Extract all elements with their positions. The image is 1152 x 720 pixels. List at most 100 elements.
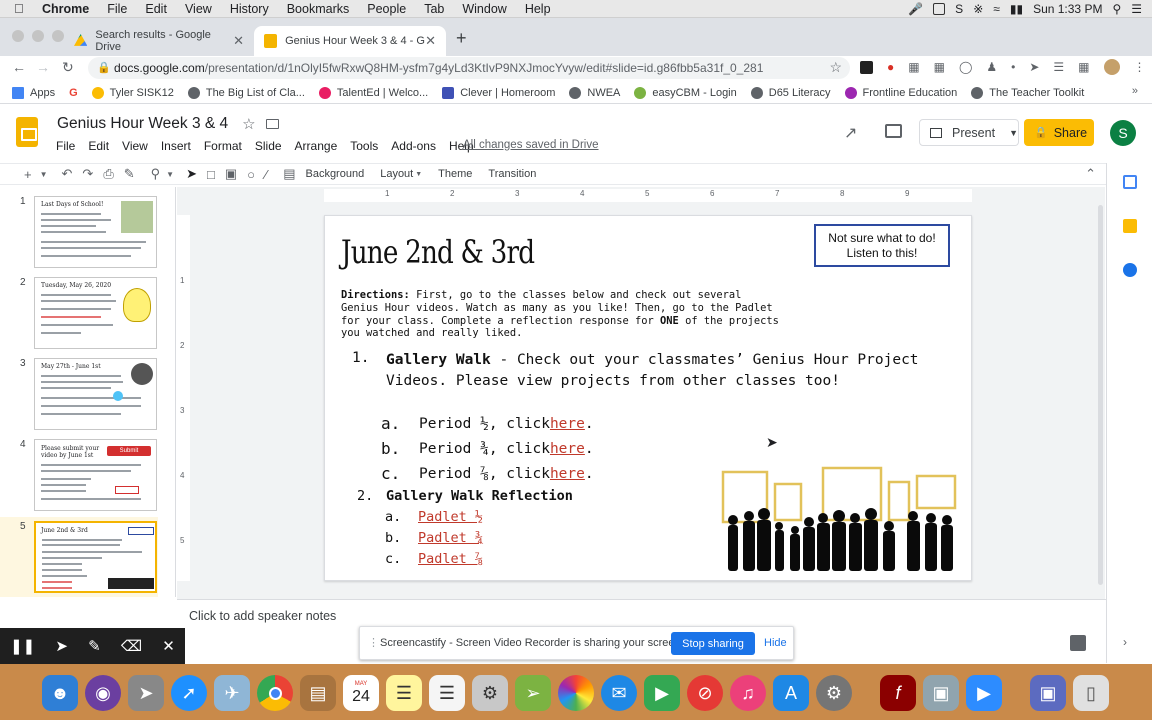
app-store-icon[interactable]: A bbox=[773, 675, 809, 711]
wifi-icon[interactable]: ≈ bbox=[993, 2, 1000, 16]
bookmark-frontline[interactable]: Frontline Education bbox=[844, 86, 957, 99]
user-avatar[interactable]: S bbox=[1110, 120, 1136, 146]
slide-thumbnail-4[interactable]: Please submit your video by June 1st Sub… bbox=[34, 439, 157, 511]
calendar-icon[interactable] bbox=[1123, 175, 1137, 189]
save-status[interactable]: All changes saved in Drive bbox=[463, 139, 599, 151]
reminders-icon[interactable]: ☰ bbox=[429, 675, 465, 711]
screen-record-icon[interactable] bbox=[933, 3, 946, 15]
utilities-icon[interactable]: ⚙ bbox=[472, 675, 508, 711]
spotlight-search-icon[interactable]: ⚲ bbox=[1112, 2, 1121, 16]
menu-history[interactable]: History bbox=[230, 2, 269, 16]
menu-tools[interactable]: Tools bbox=[350, 139, 378, 153]
current-slide[interactable]: June 2nd & 3rd Not sure what to do! List… bbox=[324, 215, 972, 581]
maps-icon[interactable]: ➢ bbox=[515, 675, 551, 711]
share-button[interactable]: 🔒 Share bbox=[1024, 119, 1094, 146]
extension-icon[interactable]: ▦ bbox=[1078, 60, 1089, 74]
menu-format[interactable]: Format bbox=[204, 139, 242, 153]
menu-bookmarks[interactable]: Bookmarks bbox=[287, 2, 350, 16]
reflection-heading[interactable]: Gallery Walk Reflection bbox=[386, 488, 573, 504]
star-icon[interactable]: ☆ bbox=[242, 115, 255, 133]
bookmark-star-icon[interactable]: ☆ bbox=[829, 59, 842, 76]
bookmark-easycbm[interactable]: easyCBM - Login bbox=[634, 86, 737, 99]
close-tab-icon[interactable]: ✕ bbox=[425, 33, 436, 49]
address-bar[interactable]: 🔒 docs.google.com/presentation/d/1nOlyI5… bbox=[88, 57, 850, 79]
system-preferences-icon[interactable]: ⚙ bbox=[816, 675, 852, 711]
new-tab-button[interactable]: + bbox=[456, 28, 467, 49]
redo-icon[interactable]: ↷ bbox=[82, 166, 93, 182]
stop-sharing-button[interactable]: Stop sharing bbox=[671, 632, 755, 655]
layout-button[interactable]: Layout bbox=[380, 168, 413, 180]
activity-trend-icon[interactable]: ↗ bbox=[844, 123, 857, 143]
explore-icon[interactable] bbox=[1070, 635, 1086, 651]
menu-window[interactable]: Window bbox=[462, 2, 506, 16]
bookmark-big-list[interactable]: The Big List of Cla... bbox=[187, 86, 305, 99]
menu-edit[interactable]: Edit bbox=[88, 139, 109, 153]
facetime-icon[interactable]: ▶ bbox=[644, 675, 680, 711]
zoom-icon[interactable]: ⚲ bbox=[151, 166, 161, 182]
audio-callout-box[interactable]: Not sure what to do! Listen to this! bbox=[814, 224, 950, 267]
skype-icon[interactable]: S bbox=[955, 2, 963, 16]
bluetooth-icon[interactable]: ※ bbox=[973, 2, 983, 16]
extension-icon[interactable]: ◯ bbox=[959, 60, 972, 74]
messages-icon[interactable]: ✉ bbox=[601, 675, 637, 711]
extension-icon[interactable]: • bbox=[1011, 60, 1015, 74]
print-icon[interactable]: ⎙ bbox=[103, 166, 113, 182]
photos-icon[interactable] bbox=[558, 675, 594, 711]
menu-insert[interactable]: Insert bbox=[161, 139, 191, 153]
slide-thumbnail-1[interactable]: Last Days of School! bbox=[34, 196, 157, 268]
bookmark-teacher-toolkit[interactable]: The Teacher Toolkit bbox=[971, 86, 1084, 99]
hide-button[interactable]: Hide bbox=[764, 637, 787, 649]
stickies-icon[interactable]: ☰ bbox=[386, 675, 422, 711]
chrome-menu-icon[interactable]: ⋮ bbox=[1134, 60, 1146, 74]
launchpad-icon[interactable]: ➤ bbox=[128, 675, 164, 711]
finder-icon[interactable]: ☻ bbox=[42, 675, 78, 711]
line-icon[interactable]: ∕ bbox=[265, 167, 267, 182]
gallery-silhouette-image[interactable] bbox=[719, 464, 961, 574]
undo-icon[interactable]: ↶ bbox=[62, 166, 73, 182]
menu-help[interactable]: Help bbox=[525, 2, 551, 16]
lock-icon[interactable]: 🔒 bbox=[97, 61, 111, 74]
menu-addons[interactable]: Add-ons bbox=[391, 139, 436, 153]
profile-icon[interactable] bbox=[1103, 59, 1120, 75]
text-box-icon[interactable]: □ bbox=[207, 167, 215, 182]
expand-panel-icon[interactable]: › bbox=[1123, 635, 1127, 649]
window-close-button[interactable] bbox=[12, 30, 24, 42]
cursor-tool-icon[interactable]: ➤ bbox=[55, 637, 68, 655]
chrome-icon[interactable] bbox=[257, 675, 293, 711]
gallery-walk-item[interactable]: Gallery Walk - Check out your classmates… bbox=[386, 350, 926, 391]
notification-center-icon[interactable]: ☰ bbox=[1131, 2, 1142, 16]
extension-icon[interactable] bbox=[860, 60, 873, 74]
downloads-folder-icon[interactable]: ▣ bbox=[1030, 675, 1066, 711]
screenshot-app-icon[interactable]: ▣ bbox=[923, 675, 959, 711]
pause-icon[interactable]: ❚❚ bbox=[10, 637, 35, 655]
speaker-notes-field[interactable]: Click to add speaker notes bbox=[189, 609, 336, 623]
collapse-toolbar-icon[interactable]: ⌃ bbox=[1085, 166, 1096, 182]
forward-icon[interactable]: → bbox=[36, 59, 50, 75]
siri-icon[interactable]: ◉ bbox=[85, 675, 121, 711]
chevron-down-icon[interactable]: ▼ bbox=[1009, 128, 1018, 138]
padlet-link[interactable]: Padlet ⅞ bbox=[418, 551, 483, 567]
tab-google-drive[interactable]: Search results - Google Drive ✕ bbox=[64, 26, 254, 56]
comments-icon[interactable] bbox=[885, 124, 902, 138]
extension-icon[interactable]: ▦ bbox=[934, 60, 945, 74]
reload-icon[interactable]: ↻ bbox=[62, 59, 74, 76]
bookmark-nwea[interactable]: NWEA bbox=[569, 86, 620, 99]
shape-icon[interactable]: ○ bbox=[247, 167, 255, 182]
extension-icon[interactable]: ☰ bbox=[1053, 60, 1064, 74]
slide-thumbnail-3[interactable]: May 27th - June 1st bbox=[34, 358, 157, 430]
menu-file[interactable]: File bbox=[107, 2, 127, 16]
slides-logo-icon[interactable] bbox=[16, 117, 38, 147]
menu-people[interactable]: People bbox=[367, 2, 406, 16]
menu-file[interactable]: File bbox=[56, 139, 75, 153]
trash-icon[interactable]: ▯ bbox=[1073, 675, 1109, 711]
new-slide-icon[interactable]: + bbox=[24, 167, 32, 182]
menu-slide[interactable]: Slide bbox=[255, 139, 282, 153]
directions-text[interactable]: Directions: First, go to the classes bel… bbox=[341, 289, 781, 340]
bookmark-d65[interactable]: D65 Literacy bbox=[750, 86, 831, 99]
slide-thumbnail-2[interactable]: Tuesday, May 26, 2020 bbox=[34, 277, 157, 349]
chevron-down-icon[interactable]: ▼ bbox=[166, 170, 174, 179]
preview-icon[interactable]: ✈ bbox=[214, 675, 250, 711]
tasks-icon[interactable] bbox=[1123, 263, 1137, 277]
bookmark-apps[interactable]: Apps bbox=[12, 86, 55, 99]
menu-edit[interactable]: Edit bbox=[145, 2, 167, 16]
